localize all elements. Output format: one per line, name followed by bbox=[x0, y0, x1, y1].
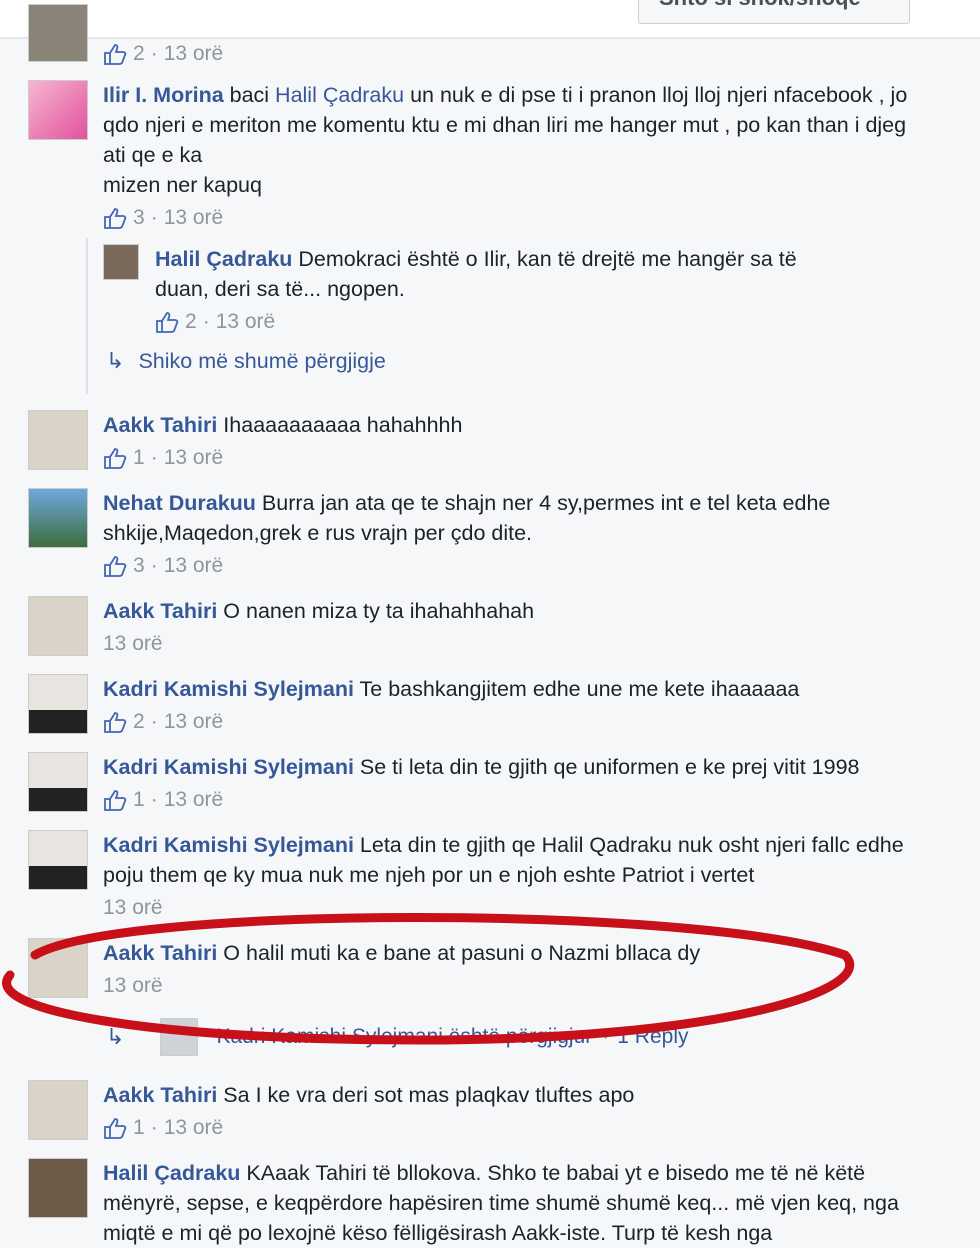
comment-author[interactable]: Nehat Durakuu bbox=[103, 491, 256, 515]
comment-time[interactable]: 13 orë bbox=[216, 307, 276, 337]
like-icon[interactable] bbox=[103, 555, 127, 577]
comment-time[interactable]: 13 orë bbox=[164, 707, 224, 737]
avatar[interactable] bbox=[28, 80, 88, 140]
replied-text: Kadri Kamishi Sylejmani është përgjigjur bbox=[216, 1025, 593, 1048]
comment-author[interactable]: Kadri Kamishi Sylejmani bbox=[103, 677, 354, 701]
comment-text: mizen ner kapuq bbox=[103, 173, 262, 197]
avatar[interactable] bbox=[28, 488, 88, 548]
like-icon[interactable] bbox=[103, 207, 127, 229]
comment-time[interactable]: 13 orë bbox=[164, 203, 224, 233]
comment-text: O halil muti ka e bane at pasuni o Nazmi… bbox=[217, 941, 701, 965]
avatar[interactable] bbox=[103, 244, 139, 280]
avatar[interactable] bbox=[28, 4, 88, 62]
like-icon[interactable] bbox=[155, 311, 179, 333]
reply-arrow-icon: ↳ bbox=[106, 348, 125, 373]
comment-meta: 1 · 13 orë bbox=[103, 785, 933, 815]
comment-author[interactable]: Aakk Tahiri bbox=[103, 413, 217, 437]
comment-time[interactable]: 13 orë bbox=[103, 629, 163, 659]
like-icon[interactable] bbox=[103, 43, 127, 65]
comment-author[interactable]: Halil Çadraku bbox=[103, 1161, 240, 1185]
mention-link[interactable]: Halil Çadraku bbox=[275, 83, 404, 107]
thread-line bbox=[86, 238, 88, 394]
avatar bbox=[160, 1018, 199, 1056]
comment-time[interactable]: 13 orë bbox=[103, 893, 163, 923]
comment-meta: 13 orë bbox=[103, 629, 933, 659]
comment-time[interactable]: 13 orë bbox=[164, 785, 224, 815]
add-friend-label: Shto si shok/shoqe bbox=[659, 0, 861, 11]
comment-meta: 3 · 13 orë bbox=[103, 203, 933, 233]
comment-time[interactable]: 13 orë bbox=[164, 443, 224, 473]
comment-author[interactable]: Ilir I. Morina bbox=[103, 83, 224, 107]
comment-meta: 2 · 13 orë bbox=[103, 39, 933, 69]
comment-meta: 1 · 13 orë bbox=[103, 1113, 933, 1143]
like-icon[interactable] bbox=[103, 711, 127, 733]
reply-count-link[interactable]: 1 Reply bbox=[617, 1025, 688, 1049]
comment-time[interactable]: 13 orë bbox=[164, 39, 224, 69]
comment-text: Sa I ke vra deri sot mas plaqkav tluftes… bbox=[217, 1083, 635, 1107]
like-icon[interactable] bbox=[103, 447, 127, 469]
add-friend-button[interactable]: Shto si shok/shoqe bbox=[638, 0, 910, 24]
more-replies-link[interactable]: ↳ Shiko më shumë përgjigje bbox=[106, 348, 386, 374]
avatar[interactable] bbox=[28, 1158, 88, 1218]
avatar[interactable] bbox=[28, 938, 88, 998]
avatar[interactable] bbox=[28, 674, 88, 734]
comment-author[interactable]: Aakk Tahiri bbox=[103, 1083, 217, 1107]
like-count: 3 bbox=[133, 554, 145, 577]
comment-meta: 3 · 13 orë bbox=[103, 551, 933, 581]
more-replies-label: Shiko më shumë përgjigje bbox=[138, 348, 386, 373]
like-count: 1 bbox=[133, 1116, 145, 1139]
like-count: 1 bbox=[133, 788, 145, 811]
like-count: 2 bbox=[133, 710, 145, 733]
comment-author[interactable]: Kadri Kamishi Sylejmani bbox=[103, 833, 354, 857]
comment-text: baci bbox=[223, 83, 276, 107]
comment-meta: 13 orë bbox=[103, 893, 933, 923]
avatar[interactable] bbox=[28, 410, 88, 470]
comment-meta: 2 · 13 orë bbox=[103, 707, 933, 737]
like-count: 2 bbox=[133, 42, 145, 65]
reply-arrow-icon: ↳ bbox=[106, 1024, 125, 1049]
comment-author[interactable]: Aakk Tahiri bbox=[103, 941, 217, 965]
separator: · bbox=[602, 1025, 610, 1048]
comment-author[interactable]: Halil Çadraku bbox=[155, 247, 292, 271]
comment-text: Ihaaaaaaaaaa hahahhhh bbox=[217, 413, 463, 437]
comment-text: Se ti leta din te gjith qe uniformen e k… bbox=[353, 755, 860, 779]
like-icon[interactable] bbox=[103, 1117, 127, 1139]
comment-time[interactable]: 13 orë bbox=[164, 551, 224, 581]
avatar[interactable] bbox=[28, 752, 88, 812]
comment-meta: 2 · 13 orë bbox=[155, 307, 855, 337]
avatar[interactable] bbox=[28, 830, 88, 890]
like-count: 3 bbox=[133, 206, 145, 229]
top-bar: Shto si shok/shoqe bbox=[0, 0, 980, 39]
comment-meta: 1 · 13 orë bbox=[103, 443, 933, 473]
comment-text: Te bashkangjitem edhe une me kete ihaaaa… bbox=[353, 677, 800, 701]
comment-author[interactable]: Aakk Tahiri bbox=[103, 599, 217, 623]
comment-meta: 13 orë bbox=[103, 971, 933, 1001]
replied-indicator[interactable]: ↳ Kadri Kamishi Sylejmani është përgjigj… bbox=[106, 1018, 688, 1056]
like-count: 2 bbox=[185, 310, 197, 333]
avatar[interactable] bbox=[28, 596, 88, 656]
avatar[interactable] bbox=[28, 1080, 88, 1140]
like-icon[interactable] bbox=[103, 789, 127, 811]
comment-time[interactable]: 13 orë bbox=[103, 971, 163, 1001]
comment-text: O nanen miza ty ta ihahahhahah bbox=[217, 599, 535, 623]
comment-author[interactable]: Kadri Kamishi Sylejmani bbox=[103, 755, 354, 779]
comment-time[interactable]: 13 orë bbox=[164, 1113, 224, 1143]
like-count: 1 bbox=[133, 446, 145, 469]
